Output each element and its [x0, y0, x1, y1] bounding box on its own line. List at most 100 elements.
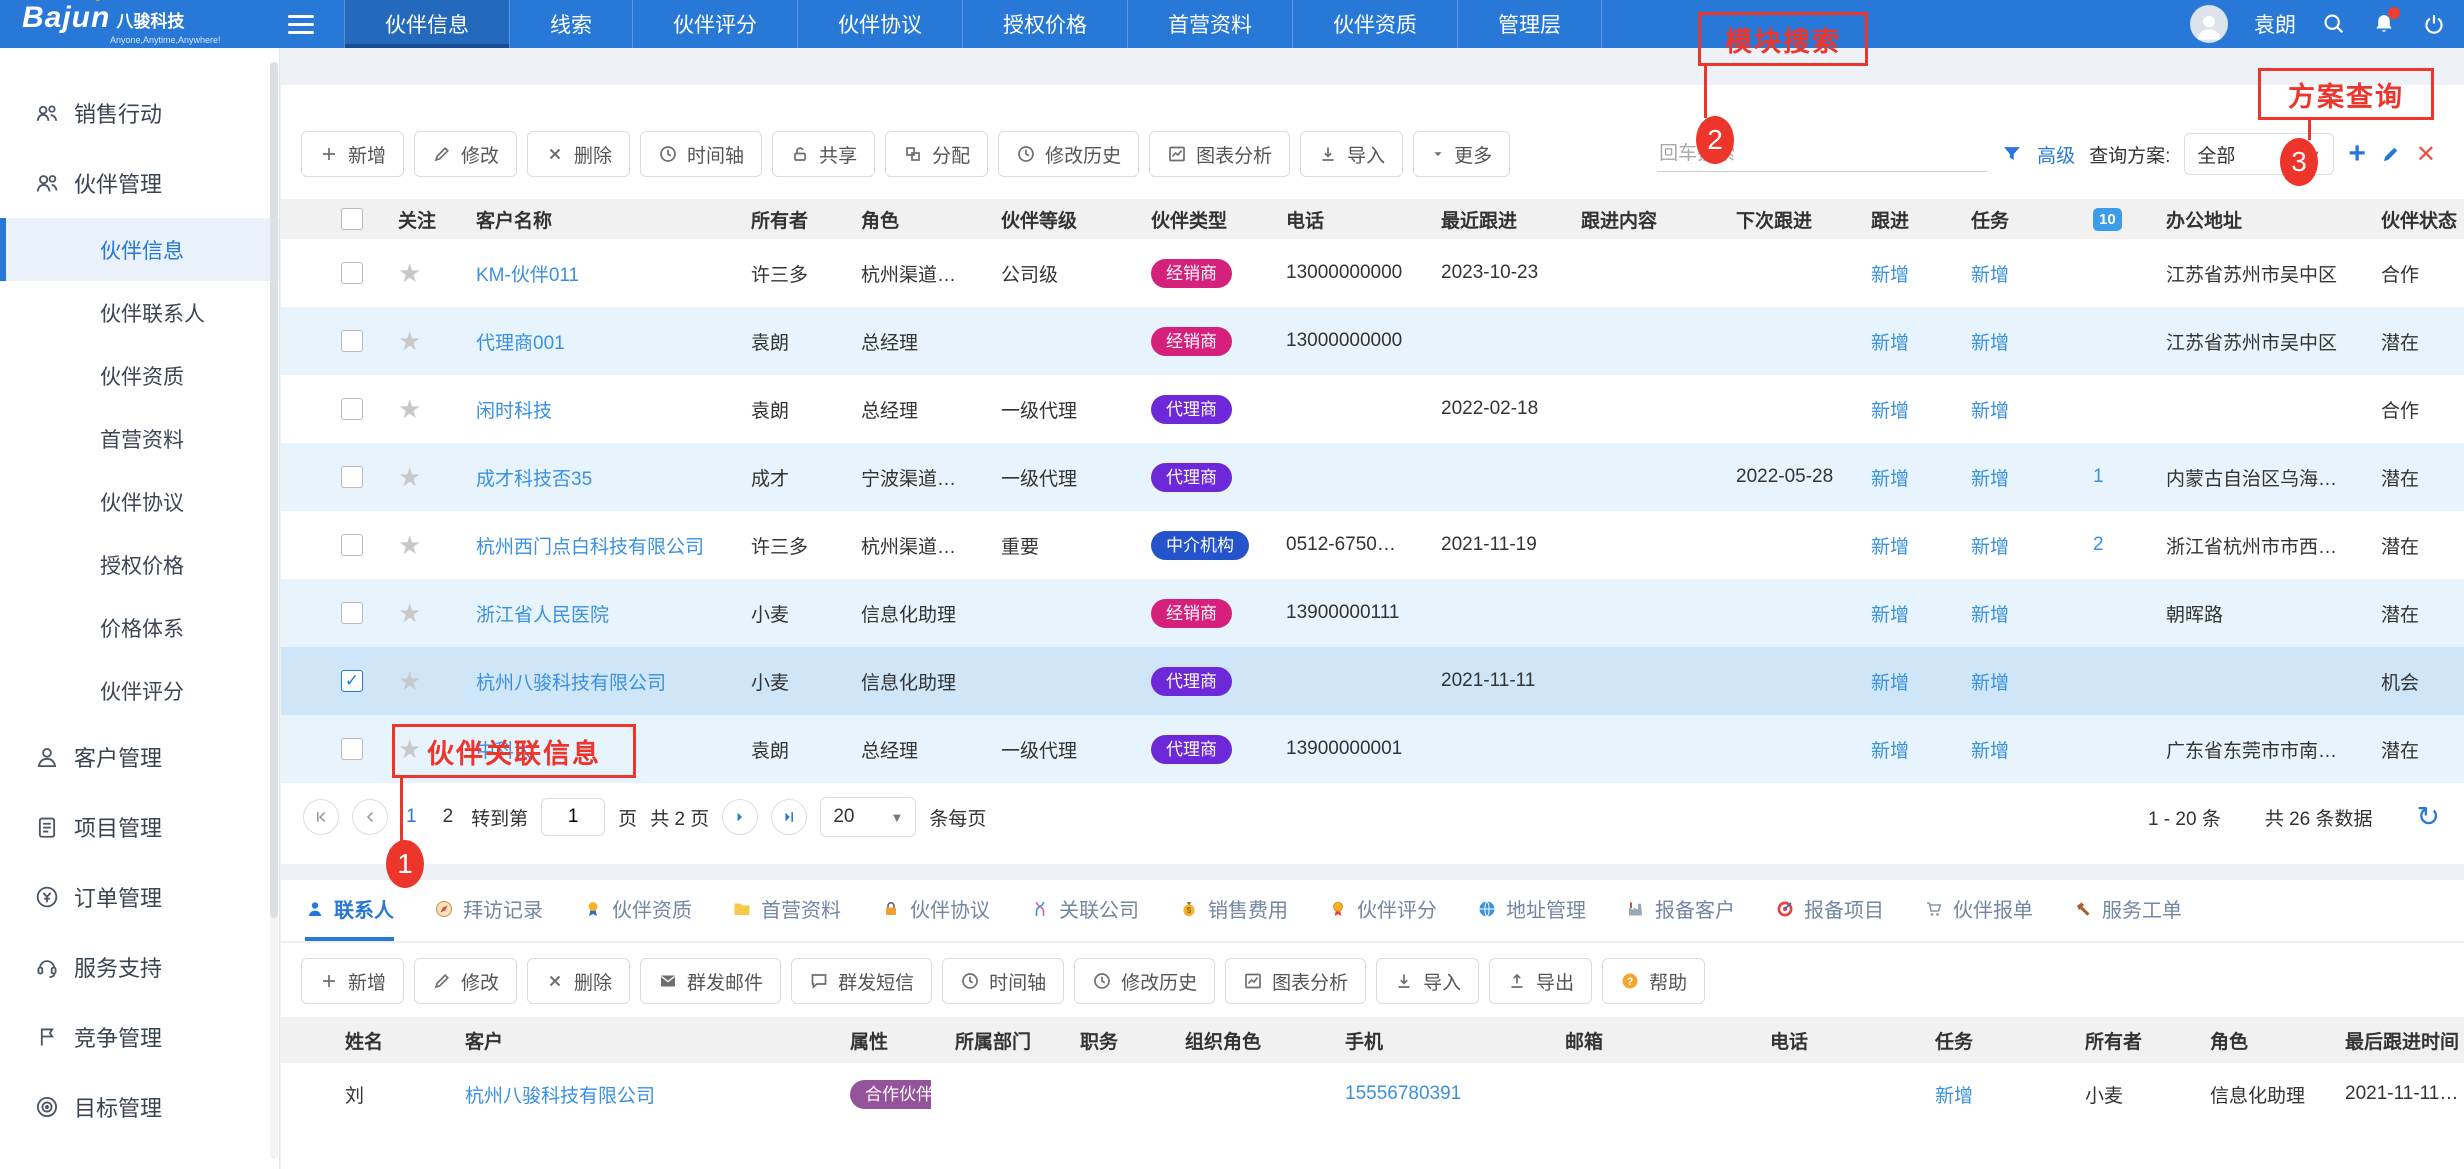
row-checkbox[interactable]	[341, 602, 363, 624]
favorite-star-icon[interactable]: ★	[398, 666, 421, 696]
table-row[interactable]: 刘 杭州八骏科技有限公司 合作伙伴 15556780391 新增 小麦 信息化助…	[281, 1063, 2464, 1125]
notification-bell-icon[interactable]	[2372, 12, 2396, 36]
search-icon[interactable]	[2322, 12, 2346, 36]
add-follow-link[interactable]: 新增	[1871, 605, 1909, 626]
sidebar-sub-item[interactable]: 伙伴资质	[0, 344, 279, 407]
partner-name-link[interactable]: KM-伙伴011	[476, 265, 579, 286]
table-row[interactable]: ★ 成才科技否35 成才 宁波渠道经理 一级代理 代理商 2022-05-28 …	[281, 443, 2464, 511]
sidebar-group-item[interactable]: 伙伴管理	[0, 148, 279, 218]
table-row[interactable]: ★ 浙江省人民医院 小麦 信息化助理 经销商 13900000111 新增 新增…	[281, 579, 2464, 647]
user-name[interactable]: 袁朗	[2254, 9, 2296, 39]
add-task-link[interactable]: 新增	[1971, 537, 2009, 558]
table-row[interactable]: ✓ ★ 杭州八骏科技有限公司 小麦 信息化助理 代理商 2021-11-11 新…	[281, 647, 2464, 715]
add-task-link[interactable]: 新增	[1971, 469, 2009, 490]
clear-scheme-icon[interactable]: ✕	[2416, 140, 2436, 169]
detail-tab[interactable]: 伙伴协议	[881, 880, 990, 941]
修改历史-button[interactable]: 修改历史	[998, 131, 1139, 177]
nav-tab[interactable]: 首营资料	[1127, 0, 1292, 48]
sidebar-sub-item[interactable]: 伙伴联系人	[0, 281, 279, 344]
帮助-button[interactable]: ?帮助	[1602, 958, 1705, 1004]
add-follow-link[interactable]: 新增	[1871, 401, 1909, 422]
row-checkbox[interactable]	[341, 330, 363, 352]
page-number[interactable]: 2	[438, 806, 459, 828]
detail-tab[interactable]: $销售费用	[1179, 880, 1288, 941]
导出-button[interactable]: 导出	[1489, 958, 1592, 1004]
favorite-star-icon[interactable]: ★	[398, 530, 421, 560]
table-row[interactable]: ★ 闲时科技 袁朗 总经理 一级代理 代理商 2022-02-18 新增 新增 …	[281, 375, 2464, 443]
favorite-star-icon[interactable]: ★	[398, 258, 421, 288]
row-checkbox[interactable]	[341, 738, 363, 760]
first-page-button[interactable]	[303, 799, 339, 835]
favorite-star-icon[interactable]: ★	[398, 394, 421, 424]
table-row[interactable]: ★ 代理商001 袁朗 总经理 经销商 13000000000 新增 新增 江苏…	[281, 307, 2464, 375]
时间轴-button[interactable]: 时间轴	[640, 131, 762, 177]
sidebar-sub-item[interactable]: 授权价格	[0, 533, 279, 596]
删除-button[interactable]: 删除	[527, 131, 630, 177]
删除-button[interactable]: 删除	[527, 958, 630, 1004]
add-task-link[interactable]: 新增	[1971, 265, 2009, 286]
更多-button[interactable]: 更多	[1413, 131, 1510, 177]
select-all-checkbox[interactable]	[341, 208, 363, 230]
新增-button[interactable]: 新增	[301, 131, 404, 177]
detail-tab[interactable]: 报备客户	[1626, 880, 1735, 941]
page-size-select[interactable]: 20 ▼	[820, 797, 916, 837]
refresh-icon[interactable]: ↻	[2417, 803, 2440, 831]
修改-button[interactable]: 修改	[414, 131, 517, 177]
群发邮件-button[interactable]: 群发邮件	[640, 958, 781, 1004]
row-checkbox[interactable]	[341, 398, 363, 420]
图表分析-button[interactable]: 图表分析	[1225, 958, 1366, 1004]
count-link[interactable]: 2	[2093, 534, 2104, 555]
detail-tab[interactable]: 拜访记录	[434, 880, 543, 941]
sidebar-sub-item[interactable]: 伙伴信息	[0, 218, 279, 281]
nav-tab[interactable]: 授权价格	[962, 0, 1127, 48]
detail-tab[interactable]: 伙伴资质	[583, 880, 692, 941]
page-number[interactable]: 1	[401, 806, 422, 828]
count-link[interactable]: 1	[2093, 466, 2104, 487]
last-page-button[interactable]	[771, 799, 807, 835]
add-task-link[interactable]: 新增	[1971, 401, 2009, 422]
导入-button[interactable]: 导入	[1376, 958, 1479, 1004]
menu-toggle-icon[interactable]	[288, 0, 322, 48]
detail-tab[interactable]: 地址管理	[1477, 880, 1586, 941]
next-page-button[interactable]	[722, 799, 758, 835]
customer-link[interactable]: 杭州八骏科技有限公司	[465, 1086, 655, 1107]
图表分析-button[interactable]: 图表分析	[1149, 131, 1290, 177]
table-row[interactable]: ★ KM-伙伴011 许三多 杭州渠道经理 公司级 经销商 1300000000…	[281, 239, 2464, 307]
avatar[interactable]	[2190, 5, 2228, 43]
sidebar-group-item[interactable]: 服务支持	[0, 932, 279, 1002]
detail-tab[interactable]: 报备项目	[1775, 880, 1884, 941]
detail-tab[interactable]: 服务工单	[2073, 880, 2182, 941]
partner-name-link[interactable]: 代理商001	[476, 333, 565, 354]
partner-name-link[interactable]: 杭州八骏科技有限公司	[476, 673, 666, 694]
prev-page-button[interactable]	[352, 799, 388, 835]
分配-button[interactable]: 分配	[885, 131, 988, 177]
nav-tab[interactable]: 线索	[509, 0, 632, 48]
favorite-star-icon[interactable]: ★	[398, 598, 421, 628]
sidebar-sub-item[interactable]: 首营资料	[0, 407, 279, 470]
partner-name-link[interactable]: 成才科技否35	[476, 469, 592, 490]
add-follow-link[interactable]: 新增	[1871, 469, 1909, 490]
导入-button[interactable]: 导入	[1300, 131, 1403, 177]
nav-tab[interactable]: 管理层	[1457, 0, 1602, 48]
edit-scheme-icon[interactable]	[2380, 143, 2402, 165]
partner-name-link[interactable]: 浙江省人民医院	[476, 605, 609, 626]
add-task-link[interactable]: 新增	[1971, 673, 2009, 694]
add-task-link[interactable]: 新增	[1971, 605, 2009, 626]
时间轴-button[interactable]: 时间轴	[942, 958, 1064, 1004]
add-follow-link[interactable]: 新增	[1871, 265, 1909, 286]
add-follow-link[interactable]: 新增	[1871, 333, 1909, 354]
共享-button[interactable]: 共享	[772, 131, 875, 177]
advanced-search-link[interactable]: 高级	[2037, 141, 2075, 168]
nav-tab[interactable]: 伙伴评分	[632, 0, 797, 48]
nav-tab[interactable]: 伙伴协议	[797, 0, 962, 48]
sidebar-group-item[interactable]: 目标管理	[0, 1072, 279, 1142]
detail-tab[interactable]: 首营资料	[732, 880, 841, 941]
row-checkbox[interactable]	[341, 534, 363, 556]
修改-button[interactable]: 修改	[414, 958, 517, 1004]
table-row[interactable]: ★ 杭州西门点白科技有限公司 许三多 杭州渠道经理 重要 中介机构 0512-6…	[281, 511, 2464, 579]
goto-page-input[interactable]	[541, 798, 605, 836]
add-task-link[interactable]: 新增	[1935, 1086, 1973, 1107]
add-follow-link[interactable]: 新增	[1871, 537, 1909, 558]
sidebar-group-item[interactable]: 竞争管理	[0, 1002, 279, 1072]
sidebar-group-item[interactable]: 项目管理	[0, 792, 279, 862]
